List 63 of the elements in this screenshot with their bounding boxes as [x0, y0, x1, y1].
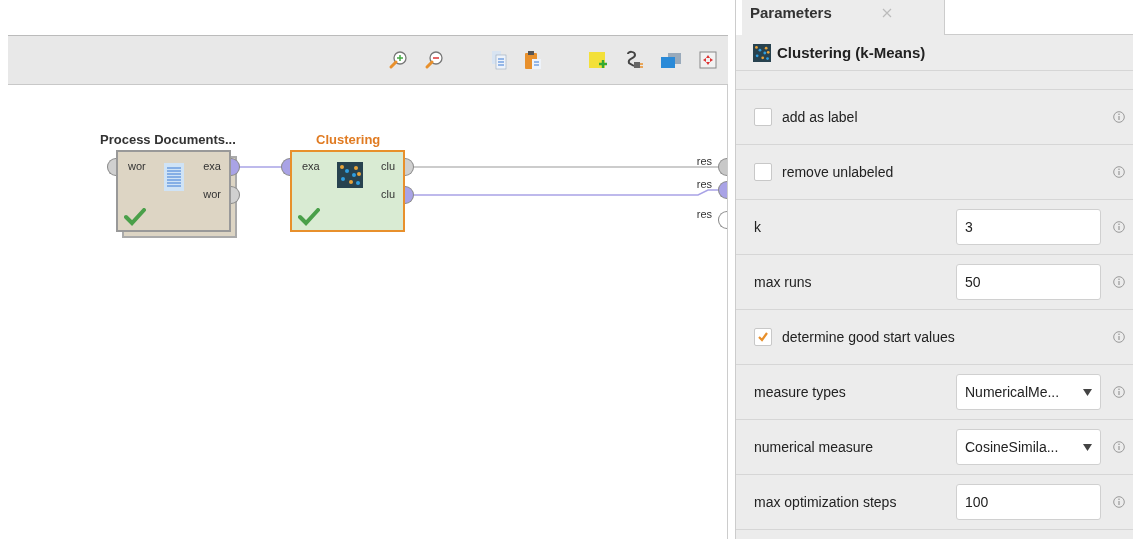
- parameter-label: max runs: [754, 274, 813, 290]
- input-port[interactable]: [107, 158, 116, 176]
- parameter-label: remove unlabeled: [782, 164, 895, 180]
- port-label: res: [696, 155, 712, 167]
- layers-icon[interactable]: [660, 51, 682, 69]
- dropdown-arrow-icon: [1083, 388, 1092, 396]
- connection-line: [238, 166, 282, 168]
- dropdown-arrow-icon: [1083, 443, 1092, 451]
- document-icon: [163, 162, 186, 192]
- parameter-label: numerical measure: [754, 439, 875, 455]
- result-port[interactable]: [718, 211, 727, 229]
- result-port[interactable]: [718, 158, 727, 176]
- checkbox[interactable]: [754, 328, 772, 346]
- output-port[interactable]: [231, 186, 240, 204]
- zoom-out-icon[interactable]: [424, 50, 444, 70]
- clipboard-icon[interactable]: [524, 50, 542, 70]
- dropdown[interactable]: NumericalMe...: [956, 374, 1101, 410]
- info-icon[interactable]: [1113, 111, 1125, 123]
- operator-title: Clustering: [316, 132, 382, 149]
- number-field[interactable]: 50: [956, 264, 1101, 300]
- parameters-tab[interactable]: Parameters: [742, 0, 945, 35]
- parameter-label: max optimization steps: [754, 494, 898, 510]
- zoom-in-icon[interactable]: [388, 50, 408, 70]
- operator-box[interactable]: wor exa wor: [116, 150, 231, 232]
- info-icon[interactable]: [1113, 166, 1125, 178]
- output-port[interactable]: [405, 186, 414, 204]
- fit-view-icon[interactable]: [698, 50, 718, 70]
- info-icon[interactable]: [1113, 221, 1125, 233]
- port-label: wor: [203, 187, 221, 202]
- port-label: res: [696, 178, 712, 190]
- info-icon[interactable]: [1113, 386, 1125, 398]
- port-label: exa: [302, 159, 320, 174]
- cluster-icon: [753, 43, 771, 62]
- number-field[interactable]: 100: [956, 484, 1101, 520]
- add-note-icon[interactable]: [588, 50, 608, 70]
- operator-title: Clustering (k-Means): [777, 44, 926, 61]
- info-icon[interactable]: [1113, 496, 1125, 508]
- checkbox[interactable]: [754, 163, 772, 181]
- port-label: res: [696, 208, 712, 220]
- parameter-label: add as label: [782, 109, 859, 125]
- parameter-label: determine good start values: [782, 329, 956, 345]
- port-label: exa: [203, 159, 221, 174]
- parameter-label: k: [754, 219, 762, 235]
- plug-icon[interactable]: [624, 50, 644, 70]
- parameter-label: measure types: [754, 384, 847, 400]
- result-port[interactable]: [718, 181, 727, 199]
- output-port[interactable]: [405, 158, 414, 176]
- output-port[interactable]: [231, 158, 240, 176]
- port-label: wor: [128, 159, 146, 174]
- port-label: clu: [380, 187, 395, 202]
- checkbox[interactable]: [754, 108, 772, 126]
- close-icon[interactable]: [881, 8, 892, 18]
- dropdown[interactable]: CosineSimila...: [956, 429, 1101, 465]
- info-icon[interactable]: [1113, 276, 1125, 288]
- cluster-icon: [337, 162, 364, 188]
- number-field[interactable]: 3: [956, 209, 1101, 245]
- input-port[interactable]: [281, 158, 290, 176]
- info-icon[interactable]: [1113, 331, 1125, 343]
- operator-box[interactable]: exa clu clu: [290, 150, 405, 232]
- info-icon[interactable]: [1113, 441, 1125, 453]
- check-icon: [757, 331, 769, 343]
- port-label: clu: [380, 159, 395, 174]
- copy-icon[interactable]: [490, 50, 508, 70]
